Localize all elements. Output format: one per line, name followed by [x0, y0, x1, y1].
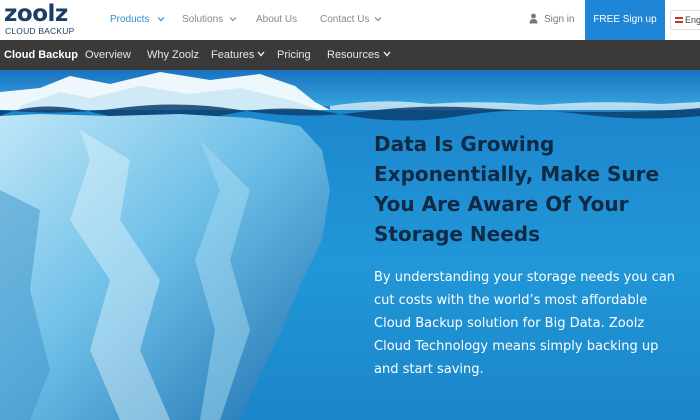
language-selector[interactable]: Eng [670, 10, 700, 30]
top-navigation: zoolz CLOUD BACKUP Products Solutions Ab… [0, 0, 700, 40]
subnav-features[interactable]: Features [211, 48, 265, 62]
nav-contact-us[interactable]: Contact Us [320, 13, 369, 27]
logo-word: zoolz [4, 1, 68, 27]
subnav-why-zoolz[interactable]: Why Zoolz [147, 48, 199, 62]
uk-flag-icon [675, 17, 683, 23]
nav-solutions[interactable]: Solutions [182, 13, 223, 27]
subnav-overview[interactable]: Overview [85, 48, 131, 62]
subnav-pricing[interactable]: Pricing [277, 48, 311, 62]
chevron-down-icon [383, 51, 391, 57]
sign-in-label: Sign in [544, 14, 575, 25]
subnav-resources-label: Resources [327, 49, 380, 61]
nav-products[interactable]: Products [110, 13, 149, 27]
sub-navigation: Cloud Backup Overview Why Zoolz Features… [0, 40, 700, 70]
user-icon [529, 13, 538, 24]
hero-headline: Data Is Growing Exponentially, Make Sure… [374, 132, 660, 246]
chevron-down-icon[interactable] [228, 14, 238, 24]
chevron-down-icon[interactable] [156, 14, 166, 24]
zoolz-logo[interactable]: zoolz CLOUD BACKUP [4, 1, 74, 36]
subnav-resources[interactable]: Resources [327, 48, 391, 62]
subnav-brand[interactable]: Cloud Backup [4, 48, 78, 62]
language-label: Eng [685, 15, 700, 25]
logo-subtitle: CLOUD BACKUP [5, 26, 75, 36]
nav-about-us[interactable]: About Us [256, 13, 297, 27]
chevron-down-icon[interactable] [373, 14, 383, 24]
hero-section: Data Is Growing Exponentially, Make Sure… [0, 70, 700, 420]
subnav-features-label: Features [211, 49, 255, 61]
free-signup-button[interactable]: FREE Sign up [585, 0, 665, 40]
sign-in-link[interactable]: Sign in [529, 13, 575, 27]
hero-description: By understanding your storage needs you … [374, 270, 676, 377]
chevron-down-icon [257, 51, 265, 57]
